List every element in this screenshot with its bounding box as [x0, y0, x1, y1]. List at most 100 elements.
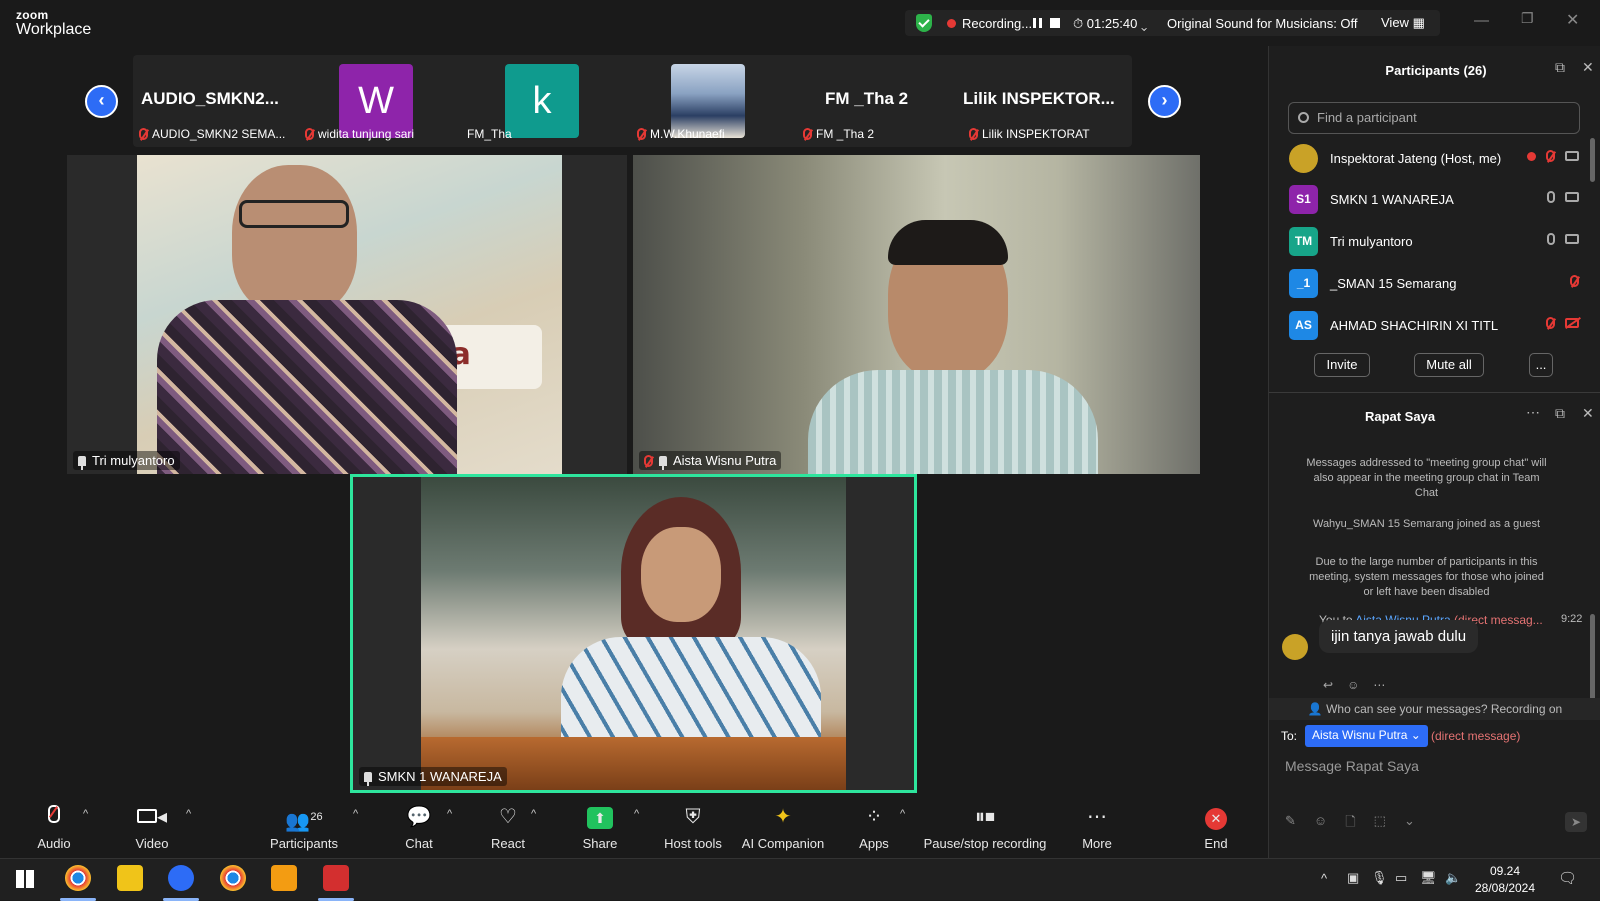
reply-icon[interactable]: ↩	[1323, 678, 1333, 692]
audio-button[interactable]: Audio	[34, 804, 74, 851]
participants-button[interactable]: 👥26 Participants	[268, 804, 340, 851]
participants-more-button[interactable]: ...	[1529, 353, 1553, 377]
tray-device-icon[interactable]: ▣	[1347, 870, 1359, 886]
chrome-icon[interactable]	[65, 865, 91, 891]
file-icon[interactable]: 🗋	[1345, 813, 1355, 835]
more-button[interactable]: ⋯ More	[1080, 804, 1114, 851]
media-player-icon[interactable]	[271, 865, 297, 891]
taskbar-clock[interactable]: 09.24 28/08/2024	[1470, 863, 1540, 897]
mic-muted-icon[interactable]	[1570, 275, 1579, 287]
apps-grid-icon: ⁘	[865, 806, 883, 828]
close-chat-icon[interactable]: ✕	[1582, 405, 1594, 422]
meeting-timer[interactable]: ⏱ 01:25:40 ⌄	[1073, 16, 1147, 32]
message-time: 9:22	[1561, 613, 1583, 625]
volume-icon[interactable]: 🔈	[1445, 870, 1461, 886]
file-explorer-icon[interactable]	[117, 865, 143, 891]
thumbnail-fm-tha-2[interactable]: FM _Tha 2 FM _Tha 2	[797, 55, 965, 147]
pdf-reader-icon[interactable]	[323, 865, 349, 891]
chat-more-icon[interactable]: ⋯	[1526, 404, 1540, 421]
screenshot-icon[interactable]: ⬚	[1374, 813, 1386, 835]
next-page-button[interactable]: ›	[1148, 85, 1181, 118]
apps-options-caret-icon[interactable]: ^	[900, 808, 905, 820]
participants-scrollbar[interactable]	[1590, 138, 1595, 182]
video-button[interactable]: ◂ Video	[131, 804, 173, 851]
video-options-caret-icon[interactable]: ^	[186, 808, 191, 820]
ai-companion-button[interactable]: ✦ AI Companion	[741, 804, 825, 851]
chat-popout-icon[interactable]: ⧉	[1555, 405, 1565, 422]
pause-stop-recording-button[interactable]: ⏸⏹ Pause/stop recording	[923, 804, 1047, 851]
message-more-icon[interactable]: ⋯	[1373, 678, 1385, 692]
chrome-icon[interactable]	[220, 865, 246, 891]
chat-scrollbar[interactable]	[1590, 614, 1595, 704]
mic-muted-icon	[139, 128, 148, 140]
thumbnail-fm-tha[interactable]: k FM_Tha	[465, 55, 633, 147]
mute-all-button[interactable]: Mute all	[1414, 353, 1484, 377]
mic-icon[interactable]	[1547, 233, 1555, 245]
react-button[interactable]: ♡ React	[491, 804, 525, 851]
video-camera-icon[interactable]	[1565, 234, 1579, 244]
mic-muted-icon[interactable]	[1546, 317, 1555, 329]
participant-row[interactable]: _1 _SMAN 15 Semarang	[1289, 265, 1579, 303]
visibility-notice[interactable]: 👤 Who can see your messages? Recording o…	[1269, 698, 1600, 720]
video-camera-icon[interactable]	[1565, 151, 1579, 161]
zoom-app-icon[interactable]	[168, 865, 194, 891]
participant-search-input[interactable]: Find a participant	[1288, 102, 1580, 134]
chat-button[interactable]: 💬 Chat	[404, 804, 434, 851]
mic-icon[interactable]	[1547, 191, 1555, 203]
participant-row[interactable]: AS AHMAD SHACHIRIN XI TITL	[1289, 307, 1579, 345]
thumbnail-widita[interactable]: W widita tunjung sari	[299, 55, 467, 147]
close-icon[interactable]: ✕	[1566, 10, 1579, 30]
message-input[interactable]: Message Rapat Saya	[1285, 758, 1585, 798]
share-button[interactable]: ⬆ Share	[582, 804, 618, 851]
add-reaction-icon[interactable]: ☺	[1347, 678, 1359, 692]
thumbnail-audio-smkn2[interactable]: AUDIO_SMKN2... AUDIO_SMKN2 SEMA...	[133, 55, 301, 147]
original-sound-toggle[interactable]: Original Sound for Musicians: Off	[1167, 16, 1358, 31]
send-icon[interactable]: ➤	[1565, 812, 1587, 832]
participant-name: SMKN 1 WANAREJA	[378, 769, 502, 784]
video-camera-icon[interactable]	[1565, 192, 1579, 202]
chevron-down-icon[interactable]: ⌄	[1404, 813, 1415, 835]
format-icon[interactable]: ✎	[1285, 813, 1296, 835]
participants-options-caret-icon[interactable]: ^	[353, 808, 358, 820]
close-participants-icon[interactable]: ✕	[1582, 59, 1594, 76]
thumbnail-strip: AUDIO_SMKN2... AUDIO_SMKN2 SEMA... W wid…	[133, 55, 1132, 147]
host-tools-button[interactable]: ⛨ Host tools	[663, 804, 723, 851]
participant-row[interactable]: Inspektorat Jateng (Host, me)	[1289, 140, 1579, 178]
popout-icon[interactable]: ⧉	[1555, 59, 1565, 76]
battery-icon[interactable]: ▭	[1395, 870, 1407, 886]
prev-page-button[interactable]: ‹	[85, 85, 118, 118]
video-tile-smkn-1-wanareja[interactable]: SMKN 1 WANAREJA	[350, 474, 917, 793]
restore-icon[interactable]: ❐	[1521, 10, 1534, 27]
invite-button[interactable]: Invite	[1314, 353, 1370, 377]
participant-row[interactable]: TM Tri mulyantoro	[1289, 223, 1579, 261]
pause-recording-icon[interactable]	[1033, 18, 1042, 28]
notifications-icon[interactable]: 🗨	[1558, 869, 1577, 887]
apps-button[interactable]: ⁘ Apps	[859, 804, 889, 851]
emoji-icon[interactable]: ☺	[1314, 813, 1327, 835]
tray-chevron-up-icon[interactable]: ^	[1321, 871, 1327, 886]
pin-icon	[659, 455, 667, 470]
video-off-icon[interactable]	[1565, 318, 1579, 328]
participant-row[interactable]: S1 SMKN 1 WANAREJA	[1289, 181, 1579, 219]
end-meeting-button[interactable]: ✕ End	[1202, 804, 1230, 851]
recipient-dropdown[interactable]: Aista Wisnu Putra ⌄	[1305, 725, 1428, 747]
view-button[interactable]: View ▦	[1381, 15, 1425, 31]
encryption-shield-icon[interactable]	[916, 14, 932, 32]
stop-recording-icon[interactable]	[1050, 18, 1060, 28]
chat-options-caret-icon[interactable]: ^	[447, 808, 452, 820]
minimize-icon[interactable]: —	[1474, 12, 1489, 29]
avatar	[1289, 144, 1318, 173]
react-options-caret-icon[interactable]: ^	[531, 808, 536, 820]
tray-mic-icon[interactable]: 🎙	[1371, 870, 1388, 886]
windows-start-icon[interactable]	[16, 870, 34, 888]
network-icon[interactable]: 🖥	[1420, 870, 1437, 886]
thumbnail-mw-khunaefi[interactable]: M.W.Khunaefi	[631, 55, 799, 147]
share-options-caret-icon[interactable]: ^	[634, 808, 639, 820]
mic-muted-icon[interactable]	[1546, 150, 1555, 162]
thumbnail-lilik[interactable]: Lilik INSPEKTOR... Lilik INSPEKTORAT	[963, 55, 1131, 147]
audio-options-caret-icon[interactable]: ^	[83, 808, 88, 820]
chat-message-bubble[interactable]: ijin tanya jawab dulu	[1319, 620, 1479, 653]
video-tile-aista-wisnu-putra[interactable]: Aista Wisnu Putra	[633, 155, 1200, 474]
video-tile-tri-mulyantoro[interactable]: i Rakya Tri mulyantoro	[67, 155, 627, 474]
video-name-label: Aista Wisnu Putra	[639, 451, 782, 470]
